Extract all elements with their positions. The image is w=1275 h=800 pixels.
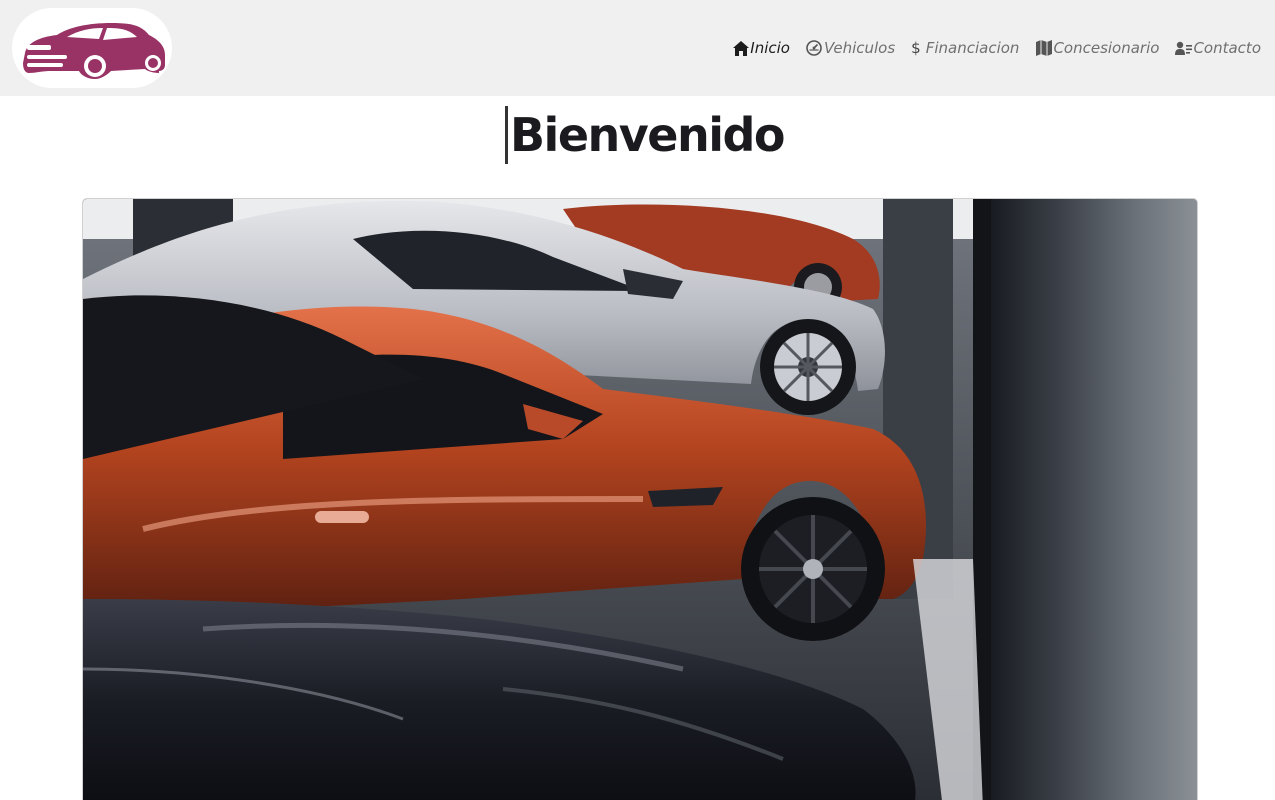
speedometer-icon (806, 40, 823, 57)
nav-financiacion-label: Financiacion (925, 39, 1020, 57)
nav-concesionario-label: Concesionario (1053, 39, 1160, 57)
top-navbar: Inicio Vehiculos $ Financiacion Concesio… (0, 0, 1275, 96)
nav-financiacion[interactable]: $ Financiacion (911, 39, 1019, 57)
nav-vehiculos-label: Vehiculos (823, 39, 896, 57)
map-icon (1035, 40, 1052, 57)
nav-contacto[interactable]: Contacto (1175, 39, 1261, 57)
car-icon (23, 23, 165, 79)
nav-inicio-label: Inicio (750, 39, 790, 57)
page-title: Bienvenido (510, 108, 786, 162)
nav-concesionario[interactable]: Concesionario (1035, 39, 1159, 57)
contact-icon (1175, 40, 1193, 57)
text-caret (505, 106, 508, 164)
hero-image (82, 198, 1198, 800)
nav-contacto-label: Contacto (1193, 39, 1261, 57)
dollar-icon: $ (911, 39, 921, 57)
sports-cars-showroom-photo (83, 199, 1197, 800)
home-icon (732, 40, 749, 57)
nav-inicio[interactable]: Inicio (732, 39, 790, 57)
nav-vehiculos[interactable]: Vehiculos (806, 39, 895, 57)
logo[interactable] (12, 8, 172, 88)
main-nav: Inicio Vehiculos $ Financiacion Concesio… (732, 36, 1261, 60)
